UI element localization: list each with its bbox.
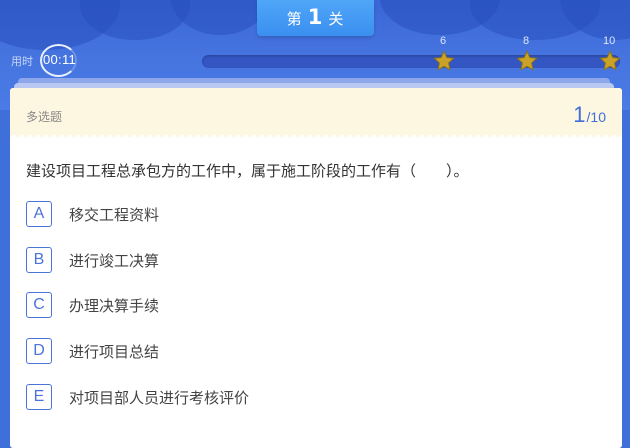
star-icon — [599, 50, 621, 71]
option-letter: A — [26, 201, 52, 227]
question-counter: 1/10 — [573, 102, 606, 128]
option-letter: B — [26, 247, 52, 273]
option-letter: E — [26, 384, 52, 410]
option-letter: D — [26, 338, 52, 364]
question-header: 多选题 1/10 — [10, 88, 622, 140]
option-d[interactable]: D 进行项目总结 — [26, 337, 159, 365]
milestone-label: 10 — [603, 35, 616, 47]
timer-label: 用时 — [11, 55, 33, 68]
option-text: 进行竣工决算 — [69, 251, 160, 270]
star-icon — [433, 50, 455, 71]
option-letter: C — [26, 292, 52, 318]
option-a[interactable]: A 移交工程资料 — [26, 200, 159, 228]
question-type: 多选题 — [26, 110, 63, 124]
milestone-label: 8 — [523, 35, 530, 47]
option-text: 办理决算手续 — [69, 296, 160, 315]
option-text: 对项目部人员进行考核评价 — [69, 388, 250, 407]
timer-value: 00:11 — [43, 52, 77, 67]
cloud-decoration — [170, 0, 270, 35]
star-icon — [516, 50, 538, 71]
option-text: 进行项目总结 — [69, 342, 160, 361]
question-total: /10 — [586, 109, 606, 125]
option-text: 移交工程资料 — [69, 205, 160, 224]
zigzag-divider — [10, 134, 622, 142]
progress-bar — [202, 55, 620, 68]
milestone-label: 6 — [440, 35, 447, 47]
question-current: 1 — [573, 102, 586, 127]
question-card: 多选题 1/10 建设项目工程总承包方的工作中，属于施工阶段的工作有（ ）。 A… — [10, 88, 622, 448]
level-prefix: 第 — [286, 9, 303, 28]
question-text: 建设项目工程总承包方的工作中，属于施工阶段的工作有（ ）。 — [26, 162, 469, 180]
option-c[interactable]: C 办理决算手续 — [26, 291, 159, 319]
level-indicator: 第 1 关 — [257, 0, 374, 36]
option-e[interactable]: E 对项目部人员进行考核评价 — [26, 383, 249, 411]
option-b[interactable]: B 进行竣工决算 — [26, 246, 159, 274]
level-number: 1 — [307, 5, 324, 29]
level-suffix: 关 — [328, 9, 345, 28]
